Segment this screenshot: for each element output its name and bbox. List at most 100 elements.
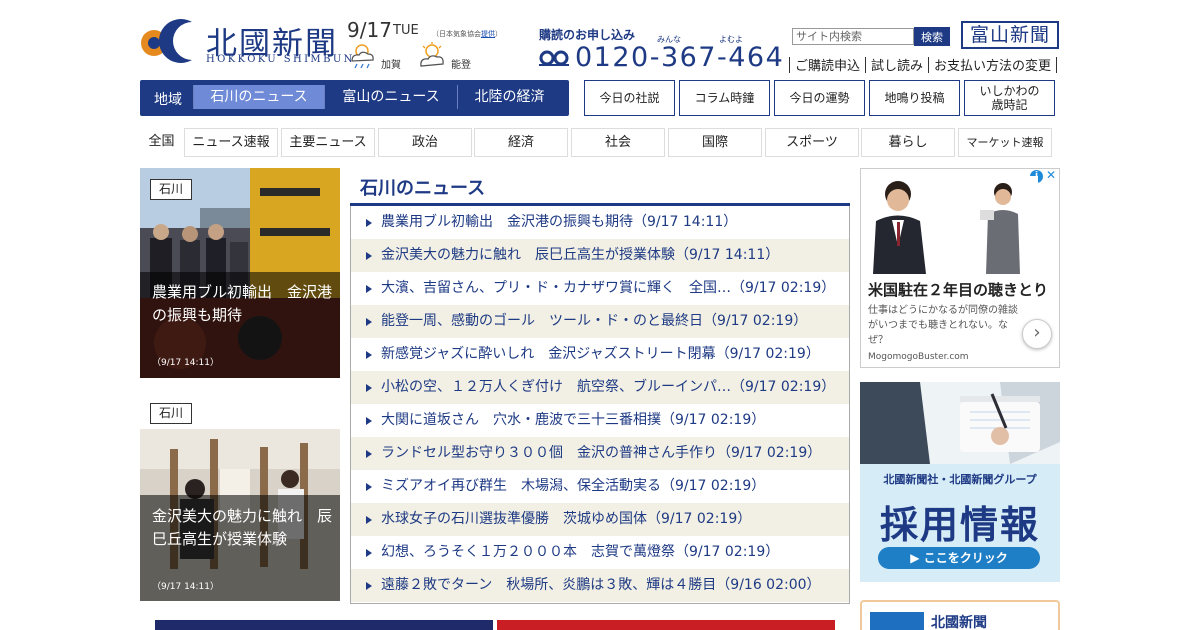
feature-1-time: （9/17 14:11） [152,358,220,368]
tab-toyama-news[interactable]: 富山のニュース [324,85,457,109]
news-list: 農業用ブル初輸出 金沢港の振興も期待（9/17 14:11） 金沢美大の魅力に触… [350,206,850,604]
feature-2-title[interactable]: 金沢美大の魅力に触れ 辰巳丘高生が授業体験 [152,505,334,551]
top-links: ご購読申込 試し読み お支払い方法の変更 [784,55,1062,75]
region-nav: 地域 石川のニュース 富山のニュース 北陸の経済 [140,80,569,116]
bullet-arrow-icon [366,483,372,491]
category-breaking[interactable]: ニュース速報 [184,128,278,157]
category-sports[interactable]: スポーツ [765,128,859,157]
news-item-text[interactable]: ランドセル型お守り３００個 金沢の普神さん手作り（9/17 02:19） [381,437,821,470]
link-divider [1056,57,1058,73]
news-item[interactable]: 遠藤２敗でターン 秋場所、炎鵬は３敗、輝は４勝目（9/16 02:00） [351,569,849,602]
region-label: 地域 [154,92,182,108]
news-item[interactable]: 新感覚ジャズに酔いしれ 金沢ジャズストリート閉幕（9/17 02:19） [351,338,849,371]
ad-close-icon[interactable]: ✕ [1046,168,1056,182]
news-item-text[interactable]: ミズアオイ再び群生 木場潟、保全活動実る（9/17 02:19） [381,470,765,503]
freedial-icon [539,50,569,66]
news-item[interactable]: 水球女子の石川選抜準優勝 茨城ゆめ国体（9/17 02:19） [351,503,849,536]
editorial-button[interactable]: 今日の社説 [584,80,675,116]
news-item[interactable]: 小松の空、１２万人くぎ付け 航空祭、ブルーインパ…（9/17 02:19） [351,371,849,404]
hokkoku-logo-mark-icon [141,19,192,64]
subscribe-block[interactable]: 購読のお申し込み みんな よむよ 0120-367-464 [539,26,789,76]
feature-2-tag: 石川 [150,403,192,424]
weather-credit-link[interactable]: 提供 [481,30,495,38]
news-item-text[interactable]: 金沢美大の魅力に触れ 辰巳丘高生が授業体験（9/17 14:11） [381,239,779,272]
news-item[interactable]: 金沢美大の魅力に触れ 辰巳丘高生が授業体験（9/17 14:11） [351,239,849,272]
category-society[interactable]: 社会 [571,128,665,157]
news-item-text[interactable]: 大濱、吉留さん、プリ・ド・カナザワ賞に輝く 全国…（9/17 02:19） [381,272,835,305]
news-item-text[interactable]: 遠藤２敗でターン 秋場所、炎鵬は３敗、輝は４勝目（9/16 02:00） [381,569,821,602]
feature-1-tag: 石川 [150,179,192,200]
ad1-title[interactable]: 米国駐在２年目の聴きとり [868,279,1048,300]
weather-kaga[interactable]: 加賀 [347,42,417,71]
link-divider [865,57,867,73]
date: 9/17 [347,18,392,42]
toyama-shimbun-link[interactable]: 富山新聞 [961,21,1059,49]
category-top[interactable]: 主要ニュース [281,128,375,157]
ad1-body: 仕事はどうにかなるが同僚の雑談がいつまでも聴きとれない。なぜ？ [868,305,1018,346]
news-item[interactable]: 能登一周、感動のゴール ツール・ド・のと最終日（9/17 02:19） [351,305,849,338]
ad1-source: MogomogoBuster.com [868,352,969,362]
news-item[interactable]: 大関に道坂さん 穴水・鹿波で三十三番相撲（9/17 02:19） [351,404,849,437]
news-item-text[interactable]: 能登一周、感動のゴール ツール・ド・のと最終日（9/17 02:19） [381,305,807,338]
horoscope-button[interactable]: 今日の運勢 [774,80,865,116]
category-politics[interactable]: 政治 [378,128,472,157]
search-button[interactable]: 検索 [914,27,950,46]
category-all[interactable]: 全国 [140,128,183,156]
subscribe-title: 購読のお申し込み [539,28,636,42]
ad2-title[interactable]: 採用情報 [860,494,1060,549]
bullet-arrow-icon [366,417,372,425]
link-divider [789,57,790,73]
news-item[interactable]: 農業用ブル初輸出 金沢港の振興も期待（9/17 14:11） [351,206,849,239]
news-item[interactable]: ミズアオイ再び群生 木場潟、保全活動実る（9/17 02:19） [351,470,849,503]
news-item[interactable]: 幻想、ろうそく１万２０００本 志賀で萬燈祭（9/17 02:19） [351,536,849,569]
news-item[interactable]: ランドセル型お守り３００個 金沢の普神さん手作り（9/17 02:19） [351,437,849,470]
date-weather: 9/17 TUE （日本気象協会提供） 加賀 能登 [347,18,507,71]
ad2-subtitle: 北國新聞社・北國新聞グループ [883,473,1037,486]
tab-ishikawa-news[interactable]: 石川のニュース [193,85,324,109]
tab-hokuriku-economy[interactable]: 北陸の経済 [457,85,561,109]
weather-credit: （日本気象協会提供） [432,30,502,38]
news-item[interactable]: 大濱、吉留さん、プリ・ド・カナザワ賞に輝く 全国…（9/17 02:19） [351,272,849,305]
category-international[interactable]: 国際 [668,128,762,157]
logo-subtitle: HOKKOKU SHIMBUN [206,54,355,65]
bullet-arrow-icon [366,285,372,293]
phone-number[interactable]: 0120-367-464 [575,42,784,73]
ad1-photo [868,176,1038,274]
weather-noto-label: 能登 [451,60,471,71]
bullet-arrow-icon [366,549,372,557]
site-search-input[interactable] [792,28,914,45]
bullet-arrow-icon [366,384,372,392]
day-of-week: TUE [393,23,419,38]
bottom-banner-1[interactable] [155,620,493,630]
bullet-arrow-icon [366,582,372,590]
category-living[interactable]: 暮らし [861,128,955,157]
cloud-rain-icon [351,44,374,69]
bottom-banner-2[interactable] [497,620,835,630]
sun-cloud-icon [420,42,444,67]
bullet-arrow-icon [366,219,372,227]
ad3-title[interactable]: 北國新聞 [931,612,987,630]
bullet-arrow-icon [366,516,372,524]
news-item-text[interactable]: 水球女子の石川選抜準優勝 茨城ゆめ国体（9/17 02:19） [381,503,751,536]
feature-1-title[interactable]: 農業用ブル初輸出 金沢港の振興も期待 [152,281,334,327]
news-item-text[interactable]: 農業用ブル初輸出 金沢港の振興も期待（9/17 14:11） [381,206,737,239]
link-trial[interactable]: 試し読み [871,55,923,75]
bullet-arrow-icon [366,450,372,458]
news-item-text[interactable]: 新感覚ジャズに酔いしれ 金沢ジャズストリート閉幕（9/17 02:19） [381,338,820,371]
site-logo[interactable]: 北國新聞 HOKKOKU SHIMBUN [140,16,352,68]
link-subscribe[interactable]: ご購読申込 [795,55,860,75]
ad2-click-button[interactable]: ▶ ここをクリック [878,547,1040,569]
bullet-arrow-icon [366,351,372,359]
category-market[interactable]: マーケット速報 [958,128,1052,157]
column-jisho-button[interactable]: コラム時鐘 [679,80,770,116]
link-payment[interactable]: お支払い方法の変更 [934,55,1051,75]
weather-kaga-label: 加賀 [381,60,401,71]
ishikawa-saijiki-button[interactable]: いしかわの 歳時記 [964,80,1055,116]
category-economy[interactable]: 経済 [474,128,568,157]
weather-noto[interactable]: 能登 [417,42,487,71]
news-item-text[interactable]: 大関に道坂さん 穴水・鹿波で三十三番相撲（9/17 02:19） [381,404,765,437]
news-item-text[interactable]: 小松の空、１２万人くぎ付け 航空祭、ブルーインパ…（9/17 02:19） [381,371,835,404]
news-item-text[interactable]: 幻想、ろうそく１万２０００本 志賀で萬燈祭（9/17 02:19） [381,536,779,569]
ad-next-arrow-icon[interactable]: › [1022,319,1052,349]
reader-post-button[interactable]: 地鳴り投稿 [869,80,960,116]
